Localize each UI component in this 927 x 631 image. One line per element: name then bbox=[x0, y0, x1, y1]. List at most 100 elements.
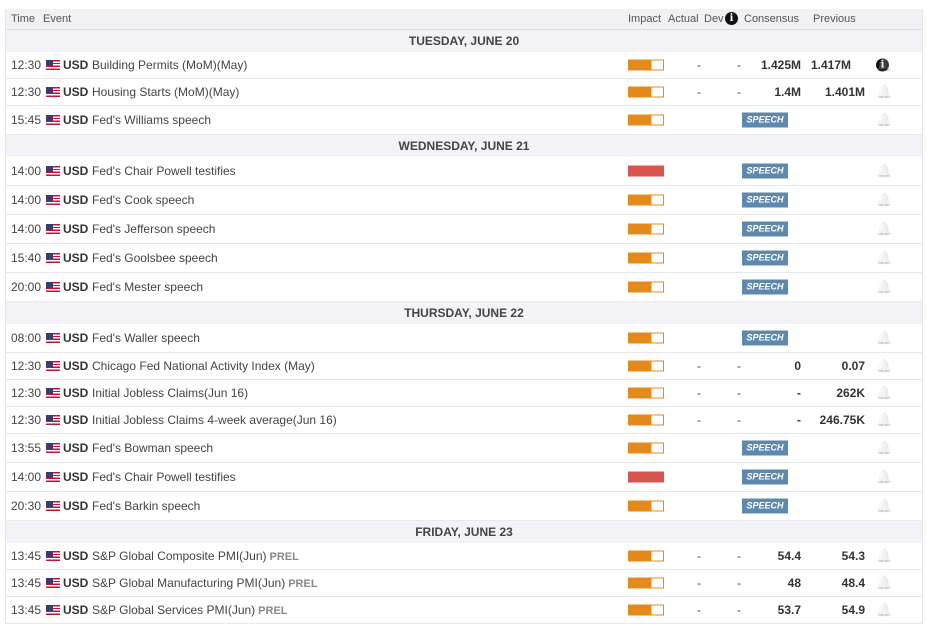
table-row[interactable]: 12:30 USD Initial Jobless Claims(Jun 16) - -… bbox=[6, 380, 922, 407]
event-title: Initial Jobless Claims(Jun 16) bbox=[92, 386, 249, 400]
table-row[interactable]: 14:00 USD Fed's Cook speech SPEECH 🔔 bbox=[6, 186, 922, 215]
event-name[interactable]: Fed's Williams speech bbox=[92, 113, 211, 127]
event-name[interactable]: S&P Global Manufacturing PMI(Jun) PREL bbox=[92, 576, 318, 590]
event-name[interactable]: Initial Jobless Claims 4-week average(Ju… bbox=[92, 413, 337, 427]
table-row[interactable]: 14:00 USD Fed's Chair Powell testifies SPEE… bbox=[6, 463, 922, 492]
table-row[interactable]: 13:45 USD S&P Global Services PMI(Jun) PREL… bbox=[6, 597, 922, 624]
col-consensus[interactable]: Consensus bbox=[744, 13, 799, 25]
impact-medium-bar bbox=[628, 281, 664, 293]
bell-icon[interactable]: 🔔 bbox=[876, 57, 892, 73]
event-name[interactable]: Fed's Bowman speech bbox=[92, 441, 213, 455]
prel-tag: PREL bbox=[288, 578, 318, 590]
speech-badge: SPEECH bbox=[742, 498, 788, 514]
col-actual[interactable]: Actual bbox=[668, 13, 699, 25]
bell-icon[interactable]: 🔔 bbox=[876, 250, 892, 266]
event-name[interactable]: Fed's Cook speech bbox=[92, 193, 194, 207]
bell-icon[interactable]: 🔔 bbox=[876, 548, 892, 564]
impact-medium-bar bbox=[628, 59, 664, 71]
table-row[interactable]: 13:55 USD Fed's Bowman speech SPEECH 🔔 bbox=[6, 434, 922, 463]
col-impact[interactable]: Impact bbox=[628, 13, 661, 25]
bell-icon[interactable]: 🔔 bbox=[876, 440, 892, 456]
actual-value: - bbox=[697, 85, 701, 99]
day-header: THURSDAY, JUNE 22 bbox=[6, 302, 922, 324]
bell-icon[interactable]: 🔔 bbox=[876, 163, 892, 179]
event-title: Fed's Jefferson speech bbox=[92, 222, 216, 236]
event-time: 12:30 bbox=[11, 413, 42, 427]
bell-icon[interactable]: 🔔 bbox=[876, 330, 892, 346]
table-row[interactable]: 12:30 USD Initial Jobless Claims 4-week av… bbox=[6, 407, 922, 434]
event-time: 08:00 bbox=[11, 331, 42, 345]
us-flag-icon bbox=[46, 361, 60, 371]
bell-icon[interactable]: 🔔 bbox=[876, 279, 892, 295]
event-name[interactable]: Fed's Chair Powell testifies bbox=[92, 164, 236, 178]
table-row[interactable]: 14:00 USD Fed's Jefferson speech SPEECH 🔔 bbox=[6, 215, 922, 244]
bell-icon[interactable]: 🔔 bbox=[876, 385, 892, 401]
dev-info-icon[interactable]: i bbox=[725, 12, 738, 25]
impact-medium-bar bbox=[628, 360, 664, 372]
table-row[interactable]: 20:30 USD Fed's Barkin speech SPEECH 🔔 bbox=[6, 492, 922, 521]
impact-medium-bar bbox=[628, 577, 664, 589]
col-time[interactable]: Time bbox=[11, 13, 35, 25]
consensus-value: 54.4 bbox=[777, 549, 801, 563]
bell-icon[interactable]: 🔔 bbox=[876, 498, 892, 514]
table-row[interactable]: 15:45 USD Fed's Williams speech SPEECH 🔔 bbox=[6, 106, 922, 135]
bell-icon[interactable]: 🔔 bbox=[876, 469, 892, 485]
event-name[interactable]: Fed's Waller speech bbox=[92, 331, 200, 345]
bell-icon[interactable]: 🔔 bbox=[876, 112, 892, 128]
consensus-value: - bbox=[797, 413, 801, 427]
day-header: FRIDAY, JUNE 23 bbox=[6, 521, 922, 543]
col-event[interactable]: Event bbox=[43, 13, 71, 25]
table-row[interactable]: 12:30 USD Housing Starts (MoM)(May) - - 1.4M 1… bbox=[6, 79, 922, 106]
bell-icon[interactable]: 🔔 bbox=[876, 358, 892, 374]
event-name[interactable]: Housing Starts (MoM)(May) bbox=[92, 85, 239, 99]
table-row[interactable]: 14:00 USD Fed's Chair Powell testifies SPEE… bbox=[6, 157, 922, 186]
impact-medium-bar bbox=[628, 194, 664, 206]
event-name[interactable]: Fed's Barkin speech bbox=[92, 499, 200, 513]
bell-icon[interactable]: 🔔 bbox=[876, 575, 892, 591]
bell-icon[interactable]: 🔔 bbox=[876, 221, 892, 237]
event-time: 12:30 bbox=[11, 386, 42, 400]
currency: USD bbox=[63, 549, 89, 563]
table-row[interactable]: 12:30 USD Building Permits (MoM)(May) - - 1.4… bbox=[6, 52, 922, 79]
impact-medium-bar bbox=[628, 387, 664, 399]
bell-icon[interactable]: 🔔 bbox=[876, 84, 892, 100]
us-flag-icon bbox=[46, 388, 60, 398]
us-flag-icon bbox=[46, 578, 60, 588]
col-dev[interactable]: Dev bbox=[704, 13, 724, 25]
table-row[interactable]: 13:45 USD S&P Global Manufacturing PMI(Jun… bbox=[6, 570, 922, 597]
event-name[interactable]: Fed's Chair Powell testifies bbox=[92, 470, 236, 484]
bell-icon[interactable]: 🔔 bbox=[876, 192, 892, 208]
bell-icon[interactable]: 🔔 bbox=[876, 412, 892, 428]
table-row[interactable]: 12:30 USD Chicago Fed National Activity In… bbox=[6, 353, 922, 380]
deviation-value: - bbox=[737, 58, 741, 72]
event-name[interactable]: S&P Global Services PMI(Jun) PREL bbox=[92, 603, 288, 617]
event-title: Fed's Chair Powell testifies bbox=[92, 164, 236, 178]
bell-icon[interactable]: 🔔 bbox=[876, 602, 892, 618]
col-previous[interactable]: Previous bbox=[813, 13, 856, 25]
table-row[interactable]: 20:00 USD Fed's Mester speech SPEECH 🔔 bbox=[6, 273, 922, 302]
table-row[interactable]: 08:00 USD Fed's Waller speech SPEECH 🔔 bbox=[6, 324, 922, 353]
consensus-value: 48 bbox=[787, 576, 801, 590]
table-row[interactable]: 15:40 USD Fed's Goolsbee speech SPEECH 🔔 bbox=[6, 244, 922, 273]
event-name[interactable]: Fed's Jefferson speech bbox=[92, 222, 215, 236]
event-name[interactable]: S&P Global Composite PMI(Jun) PREL bbox=[92, 549, 299, 563]
deviation-value: - bbox=[737, 603, 741, 617]
impact-high-bar bbox=[628, 165, 664, 177]
event-title: Building Permits (MoM)(May) bbox=[92, 58, 248, 72]
day-header: TUESDAY, JUNE 20 bbox=[6, 30, 922, 52]
us-flag-icon bbox=[46, 60, 60, 70]
event-title: S&P Global Manufacturing PMI(Jun) bbox=[92, 576, 286, 590]
us-flag-icon bbox=[46, 415, 60, 425]
us-flag-icon bbox=[46, 501, 60, 511]
table-row[interactable]: 13:45 USD S&P Global Composite PMI(Jun) PRE… bbox=[6, 543, 922, 570]
us-flag-icon bbox=[46, 195, 60, 205]
event-name[interactable]: Fed's Mester speech bbox=[92, 280, 203, 294]
us-flag-icon bbox=[46, 115, 60, 125]
event-name[interactable]: Building Permits (MoM)(May) bbox=[92, 58, 247, 72]
consensus-value: 1.4M bbox=[774, 85, 801, 99]
event-title: S&P Global Composite PMI(Jun) bbox=[92, 549, 267, 563]
event-time: 15:40 bbox=[11, 251, 42, 265]
event-name[interactable]: Initial Jobless Claims(Jun 16) bbox=[92, 386, 248, 400]
event-name[interactable]: Chicago Fed National Activity Index (May… bbox=[92, 359, 315, 373]
event-name[interactable]: Fed's Goolsbee speech bbox=[92, 251, 218, 265]
